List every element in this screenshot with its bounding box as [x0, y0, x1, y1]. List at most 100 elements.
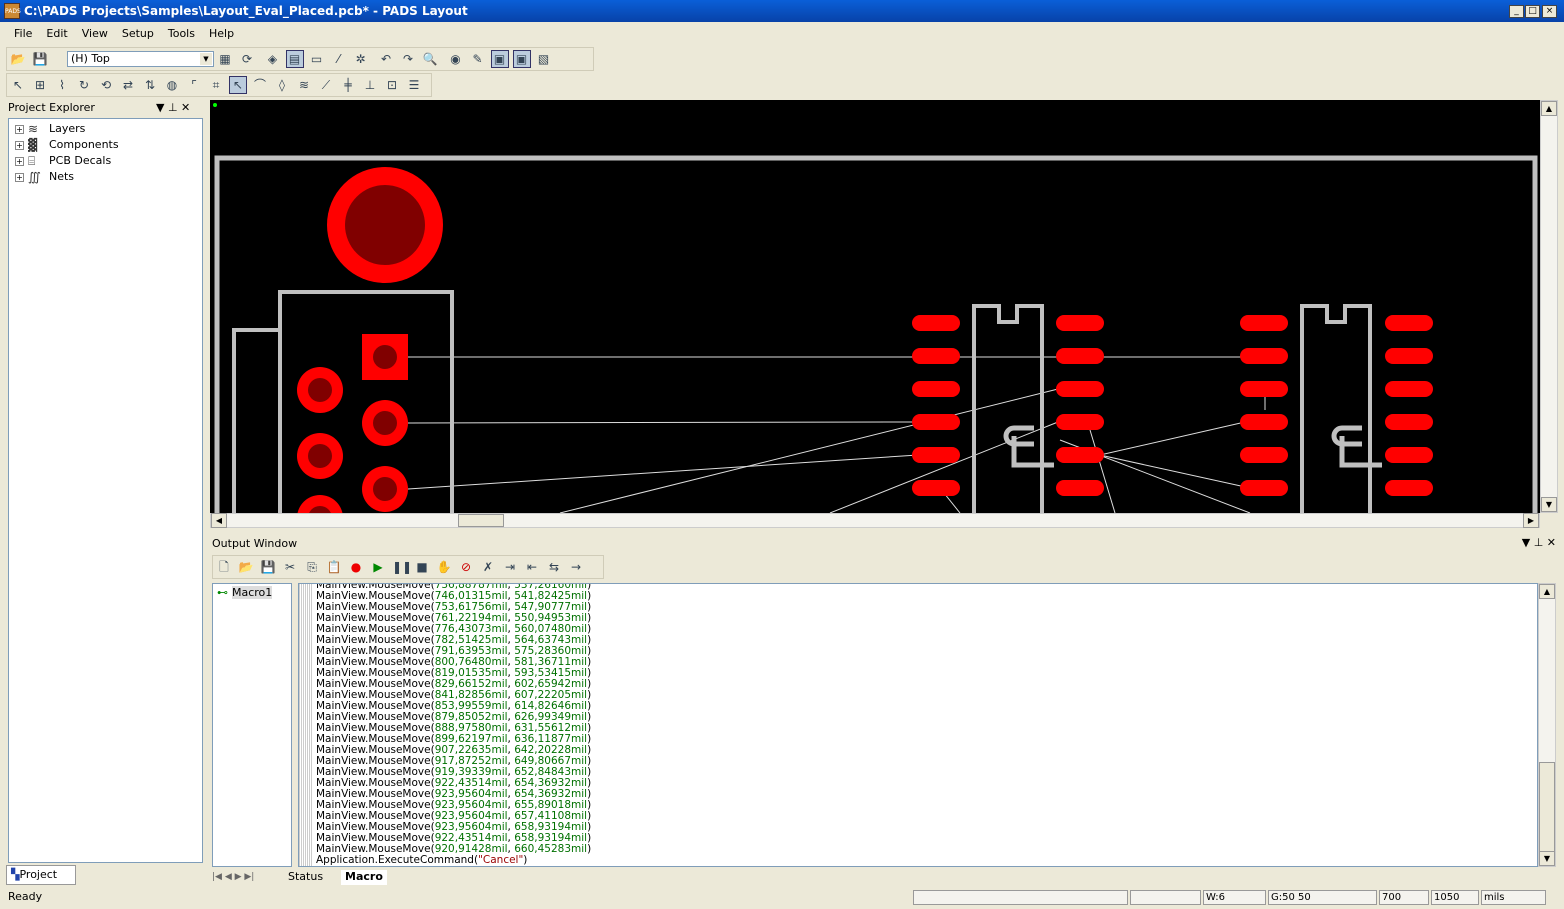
stop-icon[interactable]: ■ [413, 558, 431, 576]
smd-pad [1240, 480, 1288, 496]
swap-icon[interactable]: ⇅ [141, 76, 159, 94]
horizontal-scrollbar[interactable]: ◀ ▶ [210, 513, 1540, 528]
expand-icon[interactable]: + [15, 172, 24, 182]
rotate-icon[interactable]: ↻ [75, 76, 93, 94]
run-line-icon[interactable]: → [567, 558, 585, 576]
distribute-icon[interactable]: ⊥ [361, 76, 379, 94]
layer-select-value: (H) Top [71, 52, 110, 65]
list-icon[interactable]: ☰ [405, 76, 423, 94]
smd-pad [912, 315, 960, 331]
menu-setup[interactable]: Setup [122, 27, 154, 40]
scroll-up-icon[interactable]: ▲ [1539, 584, 1555, 599]
clear-icon[interactable]: ✗ [479, 558, 497, 576]
macro-item[interactable]: ⊷ Macro1 [213, 584, 291, 601]
bus-icon[interactable]: ≋ [295, 76, 313, 94]
undo-icon[interactable]: ↶ [377, 50, 395, 68]
new-icon[interactable]: 🗋 [215, 558, 233, 576]
play-icon[interactable]: ▶ [369, 558, 387, 576]
hand-icon[interactable]: ✋ [435, 558, 453, 576]
menu-view[interactable]: View [82, 27, 108, 40]
grid-icon[interactable]: ▤ [285, 50, 304, 68]
save-icon[interactable]: 💾 [259, 558, 277, 576]
tab-status[interactable]: Status [288, 870, 323, 885]
copy-icon[interactable]: ⎘ [303, 558, 321, 576]
arc-icon[interactable]: ⌒ [251, 76, 269, 94]
cluster-icon[interactable]: ⊡ [383, 76, 401, 94]
scroll-thumb[interactable] [1539, 762, 1555, 852]
tree-item-components[interactable]: + ▓ Components [9, 137, 202, 153]
status-width: W:6 [1203, 890, 1266, 905]
route-icon[interactable]: ◈ [264, 50, 282, 68]
close-button[interactable]: × [1542, 5, 1557, 18]
indent-icon[interactable]: ⇥ [501, 558, 519, 576]
chevron-down-icon[interactable]: ▼ [200, 53, 212, 65]
expand-icon[interactable]: + [15, 140, 24, 150]
move-icon[interactable]: ⊞ [31, 76, 49, 94]
corner-icon[interactable]: ⌜ [185, 76, 203, 94]
spin-icon[interactable]: ⟲ [97, 76, 115, 94]
scroll-down-icon[interactable]: ▼ [1539, 851, 1555, 866]
expand-icon[interactable]: + [15, 124, 24, 134]
flip-icon[interactable]: ⇄ [119, 76, 137, 94]
outdent-icon[interactable]: ⇤ [523, 558, 541, 576]
smd-pad [912, 480, 960, 496]
scroll-up-icon[interactable]: ▲ [1541, 101, 1557, 116]
maximize-button[interactable]: □ [1525, 5, 1540, 18]
ic-outline [972, 304, 1044, 513]
via-icon[interactable]: ✲ [352, 50, 370, 68]
vertical-scrollbar[interactable]: ▲ ▼ [1540, 100, 1558, 513]
comment-icon[interactable]: ⇆ [545, 558, 563, 576]
scroll-right-icon[interactable]: ▶ [1523, 513, 1539, 528]
scroll-left-icon[interactable]: ◀ [211, 513, 227, 528]
layer-select[interactable]: (H) Top ▼ [67, 51, 214, 67]
scroll-thumb[interactable] [458, 514, 504, 527]
trace-icon[interactable]: ⁄ [330, 50, 348, 68]
minimize-button[interactable]: _ [1509, 5, 1524, 18]
verify-icon[interactable]: ◉ [447, 50, 465, 68]
macro-text[interactable]: MainView.MouseMove(736,88787mil, 537,261… [298, 583, 1538, 867]
select-mode-icon[interactable]: ↖ [229, 76, 247, 94]
paste-icon[interactable]: 📋 [325, 558, 343, 576]
pause-icon[interactable]: ❚❚ [391, 558, 412, 576]
menu-tools[interactable]: Tools [168, 27, 195, 40]
open-icon[interactable]: 📂 [9, 50, 27, 68]
pcb-canvas[interactable] [210, 100, 1540, 513]
cam-icon[interactable]: ✎ [469, 50, 487, 68]
tab-nav-icon[interactable]: |◀ ◀ ▶ ▶| [212, 870, 254, 885]
align-icon[interactable]: ╪ [339, 76, 357, 94]
tree-item-nets[interactable]: + ∭ Nets [9, 169, 202, 185]
output-scrollbar[interactable]: ▲ ▼ [1538, 583, 1556, 867]
stretch-icon[interactable]: ⌗ [207, 76, 225, 94]
tree-item-pcb-decals[interactable]: + ⌸ PCB Decals [9, 153, 202, 169]
tree-item-layers[interactable]: + ≋ Layers [9, 121, 202, 137]
panel2-icon[interactable]: ▣ [512, 50, 531, 68]
dropdown-icon[interactable]: ▼ ⊥ ✕ [156, 101, 190, 114]
tab-project[interactable]: ▚Project [6, 865, 76, 885]
glue-icon[interactable]: ◊ [273, 76, 291, 94]
select-icon[interactable]: ↖ [9, 76, 27, 94]
menu-file[interactable]: File [14, 27, 32, 40]
properties-icon[interactable]: ▦ [216, 50, 234, 68]
menu-edit[interactable]: Edit [46, 27, 67, 40]
cut-icon[interactable]: ✂ [281, 558, 299, 576]
menu-help[interactable]: Help [209, 27, 234, 40]
drafting-icon[interactable]: ▭ [308, 50, 326, 68]
stop-icon[interactable]: ◍ [163, 76, 181, 94]
scroll-down-icon[interactable]: ▼ [1541, 497, 1557, 512]
zoom-icon[interactable]: 🔍 [421, 50, 439, 68]
cancel-icon[interactable]: ⊘ [457, 558, 475, 576]
window-controls-icon[interactable]: ▼ ⊥ ✕ [1522, 536, 1556, 549]
expand-icon[interactable]: + [15, 156, 24, 166]
route-edit-icon[interactable]: ⌇ [53, 76, 71, 94]
panel1-icon[interactable]: ▣ [490, 50, 509, 68]
layers-icon: ≋ [28, 122, 39, 136]
tab-macro[interactable]: Macro [341, 870, 387, 885]
open-icon[interactable]: 📂 [237, 558, 255, 576]
redo-icon[interactable]: ↷ [399, 50, 417, 68]
angle-icon[interactable]: ⟋ [317, 76, 335, 94]
refresh-icon[interactable]: ⟳ [238, 50, 256, 68]
save-icon[interactable]: 💾 [31, 50, 49, 68]
pads-router-icon[interactable]: ▧ [535, 50, 553, 68]
record-icon[interactable]: ● [347, 558, 365, 576]
pad-hole [308, 444, 332, 468]
